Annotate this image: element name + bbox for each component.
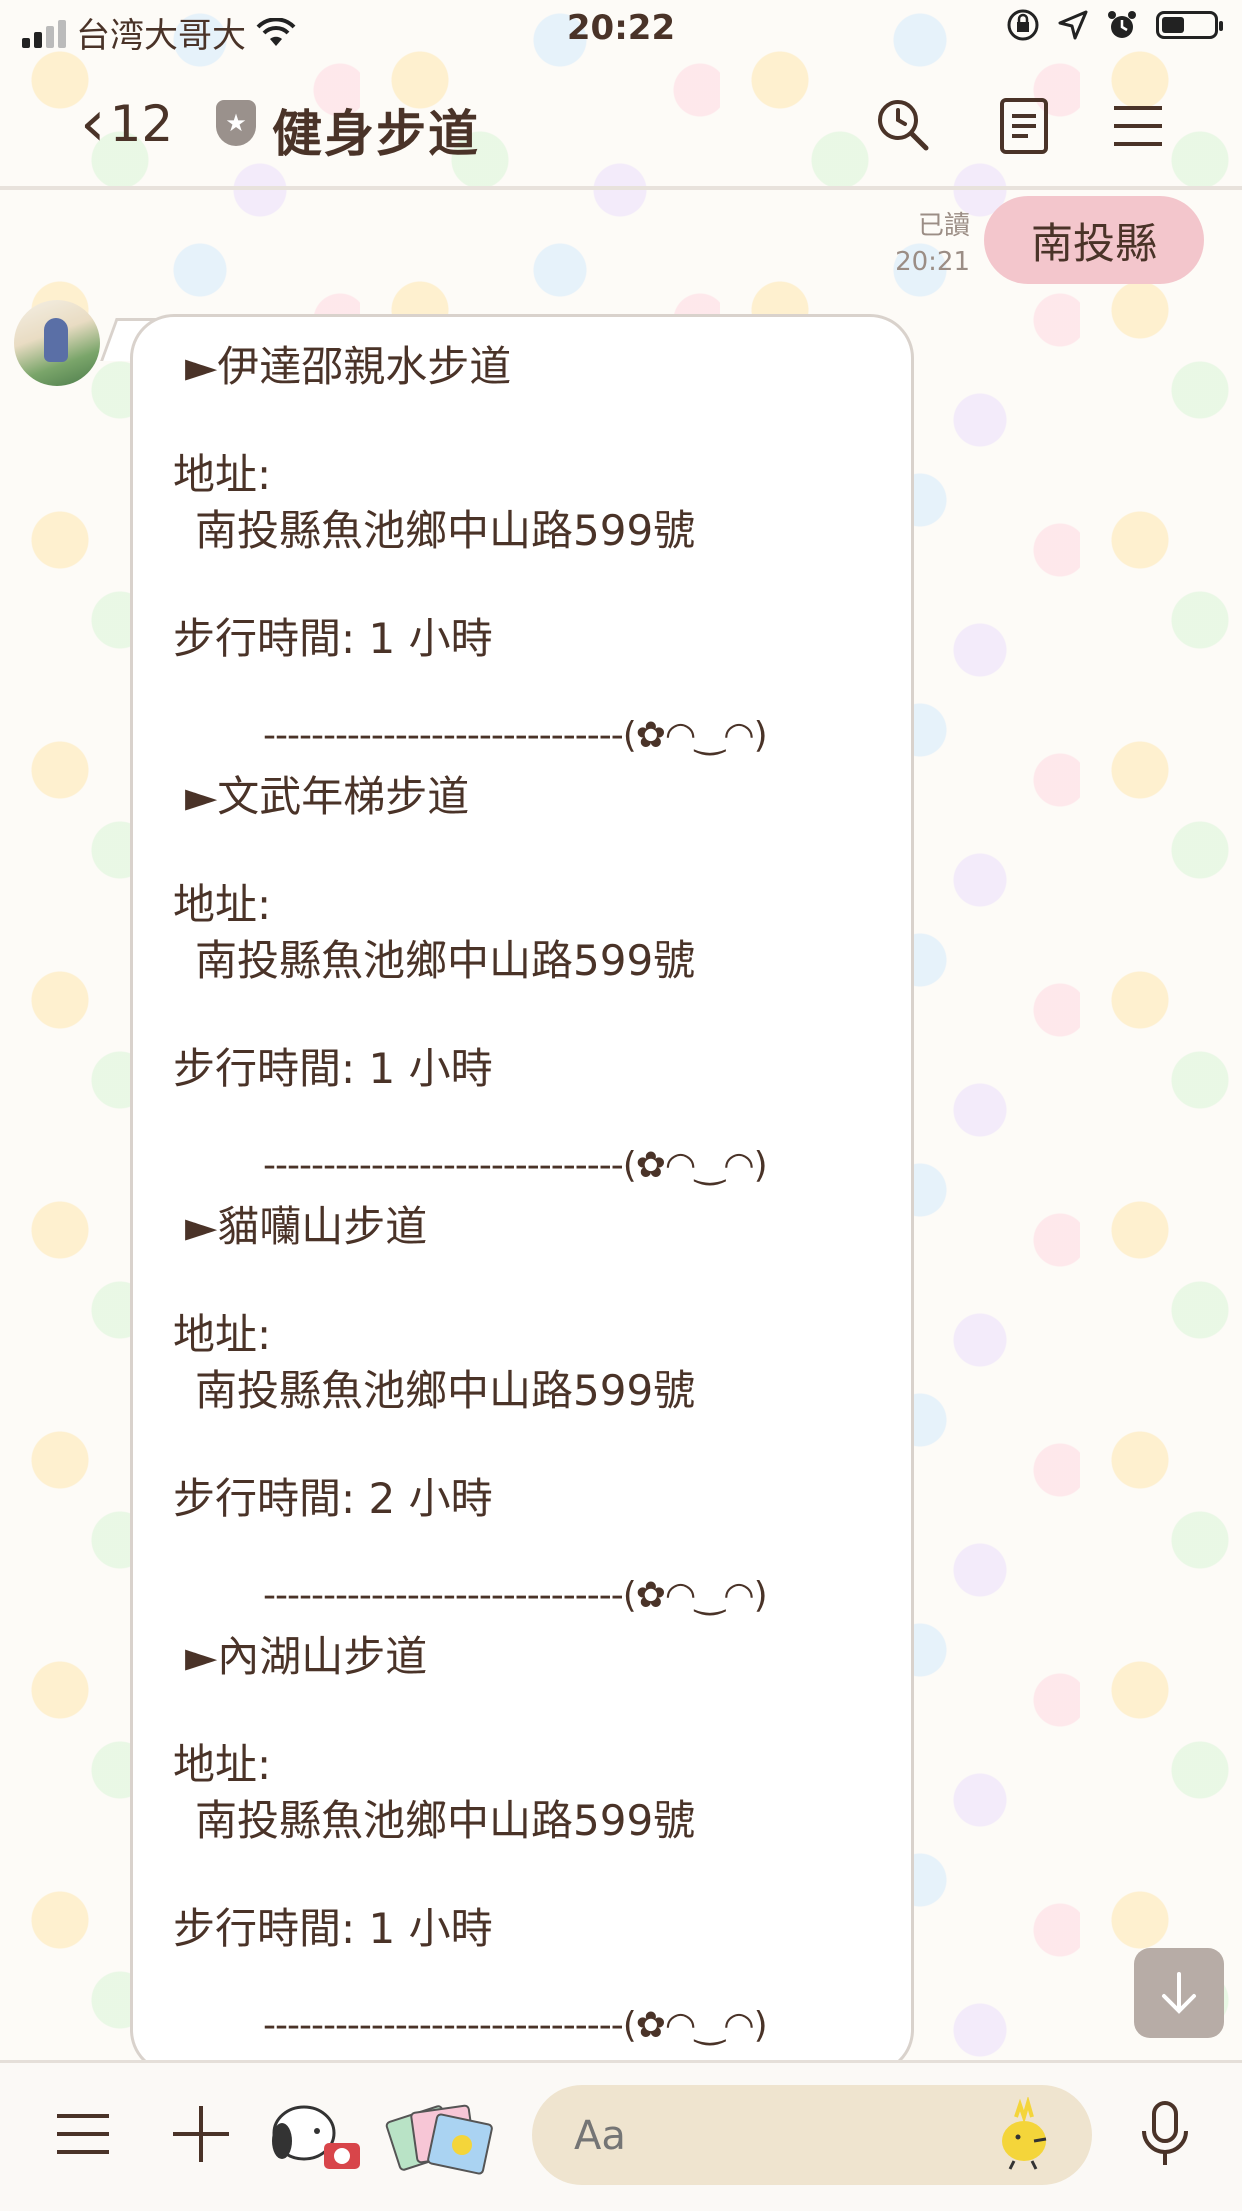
add-button[interactable] (166, 2099, 236, 2169)
notes-button[interactable] (992, 94, 1056, 158)
back-button[interactable]: ‹ 12 (80, 92, 173, 156)
location-icon (1058, 10, 1088, 40)
menu-button[interactable] (1106, 94, 1170, 158)
input-bar (0, 2060, 1242, 2211)
message-meta: 已讀 20:21 (880, 208, 970, 280)
arrow-down-icon (1162, 1972, 1196, 2014)
notes-icon (1000, 98, 1048, 154)
menu-icon (1114, 106, 1162, 146)
trail-duration: 步行時間: 2 小時 (173, 1474, 493, 1523)
trail-address: 南投縣魚池鄉中山路599號 (195, 1366, 696, 1415)
chat-title: 健身步道 (272, 105, 480, 163)
message-input[interactable] (572, 2105, 976, 2167)
battery-icon (1156, 11, 1223, 39)
read-receipt: 已讀 (917, 211, 970, 241)
microphone-icon (1142, 2101, 1188, 2165)
unread-count: 12 (109, 95, 174, 153)
trail-entry: ►內湖山步道 地址: 南投縣魚池鄉中山路599號 步行時間: 1 小時 (173, 1629, 893, 1957)
search-history-button[interactable] (872, 94, 936, 158)
alarm-icon (1108, 11, 1136, 38)
address-label: 地址: (173, 1740, 272, 1789)
trail-entry: ►文武年梯步道 地址: 南投縣魚池鄉中山路599號 步行時間: 1 小時 (173, 769, 893, 1097)
separator: ------------------------------(✿◠‿◠) (263, 1575, 768, 1616)
separator: ------------------------------(✿◠‿◠) (263, 715, 768, 756)
trail-address: 南投縣魚池鄉中山路599號 (195, 936, 696, 985)
trail-name: ►內湖山步道 (185, 1632, 428, 1681)
woodstock-emoji-icon[interactable] (986, 2097, 1062, 2173)
address-label: 地址: (173, 880, 272, 929)
message-input-container (532, 2085, 1092, 2185)
menu-icon (57, 2114, 109, 2154)
address-label: 地址: (173, 1310, 272, 1359)
trail-entry: ►伊達邵親水步道 地址: 南投縣魚池鄉中山路599號 步行時間: 1 小時 (173, 339, 893, 667)
trail-duration: 步行時間: 1 小時 (173, 614, 493, 663)
bot-message-bubble[interactable]: ►伊達邵親水步道 地址: 南投縣魚池鄉中山路599號 步行時間: 1 小時 --… (130, 314, 914, 2074)
official-account-shield-icon: ★ (216, 100, 256, 146)
trail-address: 南投縣魚池鄉中山路599號 (195, 1796, 696, 1845)
address-label: 地址: (173, 450, 272, 499)
photos-button[interactable] (384, 2091, 494, 2181)
trail-name: ►伊達邵親水步道 (185, 342, 512, 391)
trail-duration: 步行時間: 1 小時 (173, 1044, 493, 1093)
photos-sticker (385, 2104, 493, 2175)
search-clock-icon (878, 100, 929, 151)
trail-duration: 步行時間: 1 小時 (173, 1904, 493, 1953)
status-bar: 台湾大哥大 20:22 (0, 0, 1242, 60)
chat-header: ‹ 12 ★ 健身步道 (0, 70, 1242, 180)
separator: ------------------------------(✿◠‿◠) (263, 2005, 768, 2046)
user-message-bubble[interactable]: 南投縣 (984, 196, 1204, 284)
input-menu-button[interactable] (48, 2099, 118, 2169)
plus-icon (173, 2106, 229, 2162)
trail-name: ►貓囒山步道 (185, 1202, 428, 1251)
trail-name: ►文武年梯步道 (185, 772, 470, 821)
bot-avatar[interactable] (14, 300, 100, 386)
trail-address: 南投縣魚池鄉中山路599號 (195, 506, 696, 555)
chevron-left-icon: ‹ (80, 87, 106, 161)
header-divider (0, 186, 1242, 190)
orientation-lock-icon (1007, 9, 1039, 41)
separator: ------------------------------(✿◠‿◠) (263, 1145, 768, 1186)
trail-entry: ►貓囒山步道 地址: 南投縣魚池鄉中山路599號 步行時間: 2 小時 (173, 1199, 893, 1527)
snoopy-camera-sticker (272, 2105, 360, 2169)
voice-message-button[interactable] (1130, 2099, 1200, 2169)
message-time: 20:21 (895, 247, 970, 277)
scroll-to-bottom-button[interactable] (1134, 1948, 1224, 2038)
camera-button[interactable] (262, 2091, 372, 2181)
